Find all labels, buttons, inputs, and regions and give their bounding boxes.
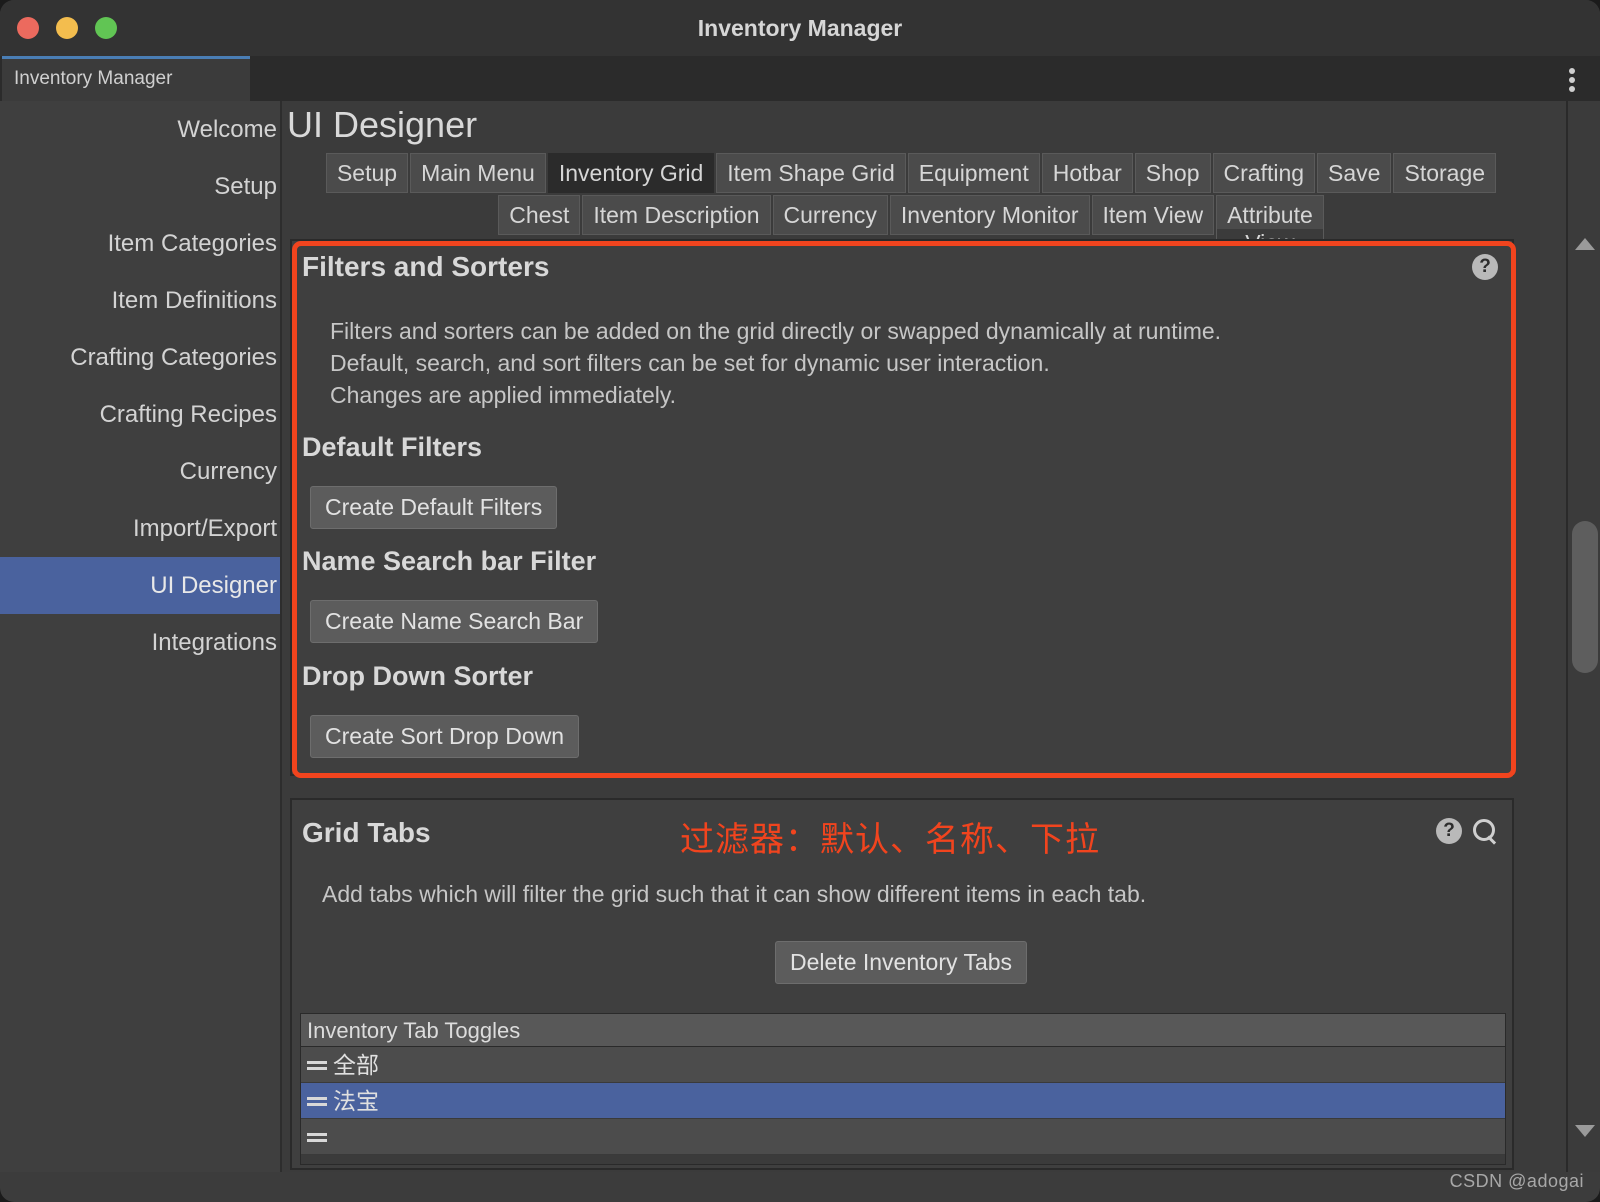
drag-handle-icon[interactable] — [307, 1131, 327, 1143]
sidebar-item-setup[interactable]: Setup — [0, 158, 280, 215]
section-heading-drop-down-sorter: Drop Down Sorter — [302, 661, 534, 691]
sidebar-item-item-definitions[interactable]: Item Definitions — [0, 272, 280, 329]
list-header: Inventory Tab Toggles — [301, 1014, 1505, 1047]
page-tab-row-1: Setup Main Menu Inventory Grid Item Shape G… — [282, 153, 1540, 193]
delete-inventory-tabs-button[interactable]: Delete Inventory Tabs — [775, 941, 1028, 984]
scroll-body: Filters and Sorters ? Filters and sorter… — [282, 234, 1522, 1172]
tab-item-view[interactable]: Item View — [1091, 195, 1215, 235]
tab-chest[interactable]: Chest — [498, 195, 581, 235]
tab-storage[interactable]: Storage — [1393, 153, 1497, 193]
search-icon[interactable] — [1472, 818, 1498, 844]
grid-tabs-panel-icons: ? — [1436, 818, 1498, 844]
tab-main-menu[interactable]: Main Menu — [410, 153, 546, 193]
list-item-label: 全部 — [333, 1051, 379, 1078]
list-item-label: 法宝 — [333, 1087, 379, 1114]
tab-setup[interactable]: Setup — [325, 153, 409, 193]
document-tab-strip: Inventory Manager — [0, 56, 1600, 101]
drag-handle-icon[interactable] — [307, 1095, 327, 1107]
help-icon[interactable]: ? — [1436, 818, 1462, 844]
tab-crafting[interactable]: Crafting — [1212, 153, 1316, 193]
description-line: Changes are applied immediately. — [330, 382, 677, 408]
tab-currency[interactable]: Currency — [772, 195, 888, 235]
create-name-search-bar-button[interactable]: Create Name Search Bar — [310, 600, 599, 643]
sidebar: Welcome Setup Item Categories Item Definiti… — [0, 101, 282, 1172]
tab-save[interactable]: Save — [1317, 153, 1392, 193]
page-title: UI Designer — [287, 104, 478, 145]
sidebar-item-ui-designer[interactable]: UI Designer — [0, 557, 280, 614]
section-heading-name-search-bar-filter: Name Search bar Filter — [302, 546, 597, 576]
sidebar-item-item-categories[interactable]: Item Categories — [0, 215, 280, 272]
inventory-tab-toggles-list: Inventory Tab Toggles 全部法宝 — [300, 1013, 1506, 1165]
sidebar-item-import-export[interactable]: Import/Export — [0, 500, 280, 557]
tab-item-shape-grid[interactable]: Item Shape Grid — [716, 153, 906, 193]
vertical-scrollbar[interactable] — [1566, 101, 1600, 1172]
tab-inventory-grid[interactable]: Inventory Grid — [547, 153, 715, 193]
grid-tabs-panel: Grid Tabs 过滤器：默认、名称、下拉 ? Add tabs which … — [290, 798, 1514, 1170]
sidebar-item-welcome[interactable]: Welcome — [0, 101, 280, 158]
create-default-filters-button[interactable]: Create Default Filters — [310, 486, 558, 529]
sidebar-item-currency[interactable]: Currency — [0, 443, 280, 500]
tab-item-description[interactable]: Item Description — [582, 195, 771, 235]
description-line: Default, search, and sort filters can be… — [330, 350, 1050, 376]
tab-label: Attribute — [1227, 202, 1313, 228]
filters-and-sorters-panel: Filters and Sorters ? Filters and sorter… — [290, 239, 1516, 778]
sidebar-item-crafting-categories[interactable]: Crafting Categories — [0, 329, 280, 386]
sidebar-item-integrations[interactable]: Integrations — [0, 614, 280, 671]
annotation-text: 过滤器：默认、名称、下拉 — [680, 820, 1100, 860]
title-bar: Inventory Manager — [0, 0, 1600, 56]
section-heading-default-filters: Default Filters — [302, 432, 483, 462]
main-pane: UI Designer Setup Main Menu Inventory Grid… — [282, 101, 1540, 1172]
document-tab-inventory-manager[interactable]: Inventory Manager — [2, 56, 250, 101]
grid-tabs-panel-title: Grid Tabs — [302, 817, 431, 848]
chevron-up-icon[interactable] — [1573, 233, 1597, 255]
grid-tabs-panel-description: Add tabs which will filter the grid such… — [322, 881, 1147, 907]
filters-panel-title: Filters and Sorters — [302, 251, 550, 282]
kebab-menu-icon[interactable] — [1568, 68, 1576, 92]
app-window: Inventory Manager Inventory Manager Welc… — [0, 0, 1600, 1202]
create-sort-drop-down-button[interactable]: Create Sort Drop Down — [310, 715, 580, 758]
tab-hotbar[interactable]: Hotbar — [1041, 153, 1133, 193]
description-line: Filters and sorters can be added on the … — [330, 318, 1222, 344]
list-item[interactable]: 全部 — [301, 1047, 1505, 1083]
tab-equipment[interactable]: Equipment — [907, 153, 1040, 193]
list-item[interactable] — [301, 1119, 1505, 1155]
window-title: Inventory Manager — [697, 15, 903, 41]
sidebar-item-crafting-recipes[interactable]: Crafting Recipes — [0, 386, 280, 443]
list-item[interactable]: 法宝 — [301, 1083, 1505, 1119]
help-icon[interactable]: ? — [1472, 254, 1498, 280]
tab-inventory-monitor[interactable]: Inventory Monitor — [889, 195, 1090, 235]
scrollbar-thumb[interactable] — [1572, 521, 1598, 673]
chevron-down-icon[interactable] — [1573, 1120, 1597, 1142]
tab-shop[interactable]: Shop — [1134, 153, 1211, 193]
watermark: CSDN @adogai — [1449, 1171, 1584, 1191]
filters-panel-description: Filters and sorters can be added on the … — [330, 315, 1221, 411]
drag-handle-icon[interactable] — [307, 1059, 327, 1071]
